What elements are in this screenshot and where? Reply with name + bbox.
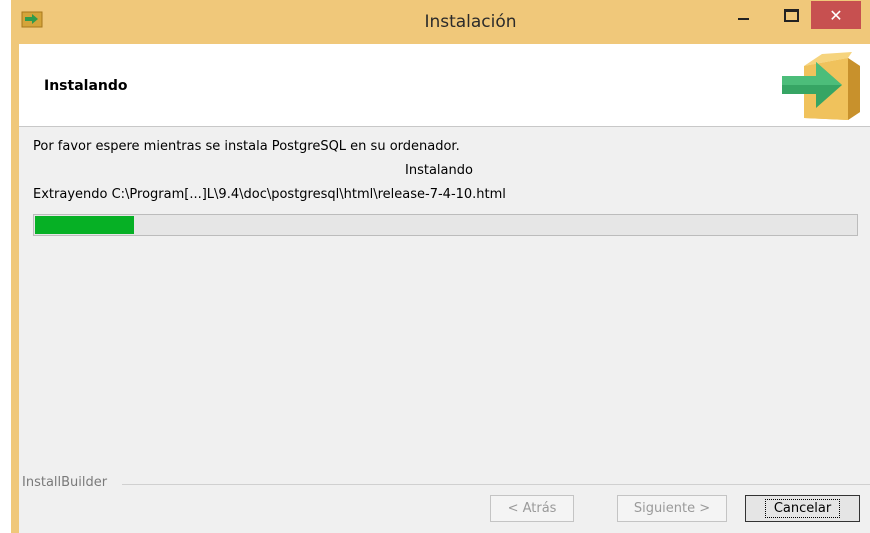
next-button[interactable]: Siguiente > [617, 495, 727, 522]
dialog-content: Instalando Por favor espere mientras se … [19, 44, 870, 533]
page-title: Instalando [44, 78, 128, 94]
back-button[interactable]: < Atrás [490, 495, 574, 522]
title-bar[interactable]: Instalación ✕ [11, 0, 870, 44]
cancel-label: Cancelar [764, 499, 841, 518]
close-button[interactable]: ✕ [811, 1, 861, 29]
install-message: Por favor espere mientras se instala Pos… [33, 139, 460, 154]
maximize-button[interactable] [771, 0, 811, 30]
close-icon: ✕ [829, 5, 843, 25]
cancel-button[interactable]: Cancelar [745, 495, 860, 522]
minimize-icon [737, 18, 749, 20]
progress-bar [33, 214, 858, 236]
installer-window: Instalación ✕ Instalando Por favor esper… [0, 0, 870, 533]
maximize-icon [783, 8, 799, 22]
extract-detail: Extrayendo C:\Program[...]L\9.4\doc\post… [33, 187, 506, 202]
box-arrow-icon [782, 52, 860, 120]
minimize-button[interactable] [723, 0, 763, 30]
status-text: Instalando [405, 163, 473, 178]
progress-fill [35, 216, 134, 234]
footer-divider [122, 484, 870, 485]
dialog-header: Instalando [19, 44, 870, 127]
brand-label: InstallBuilder [22, 475, 108, 490]
